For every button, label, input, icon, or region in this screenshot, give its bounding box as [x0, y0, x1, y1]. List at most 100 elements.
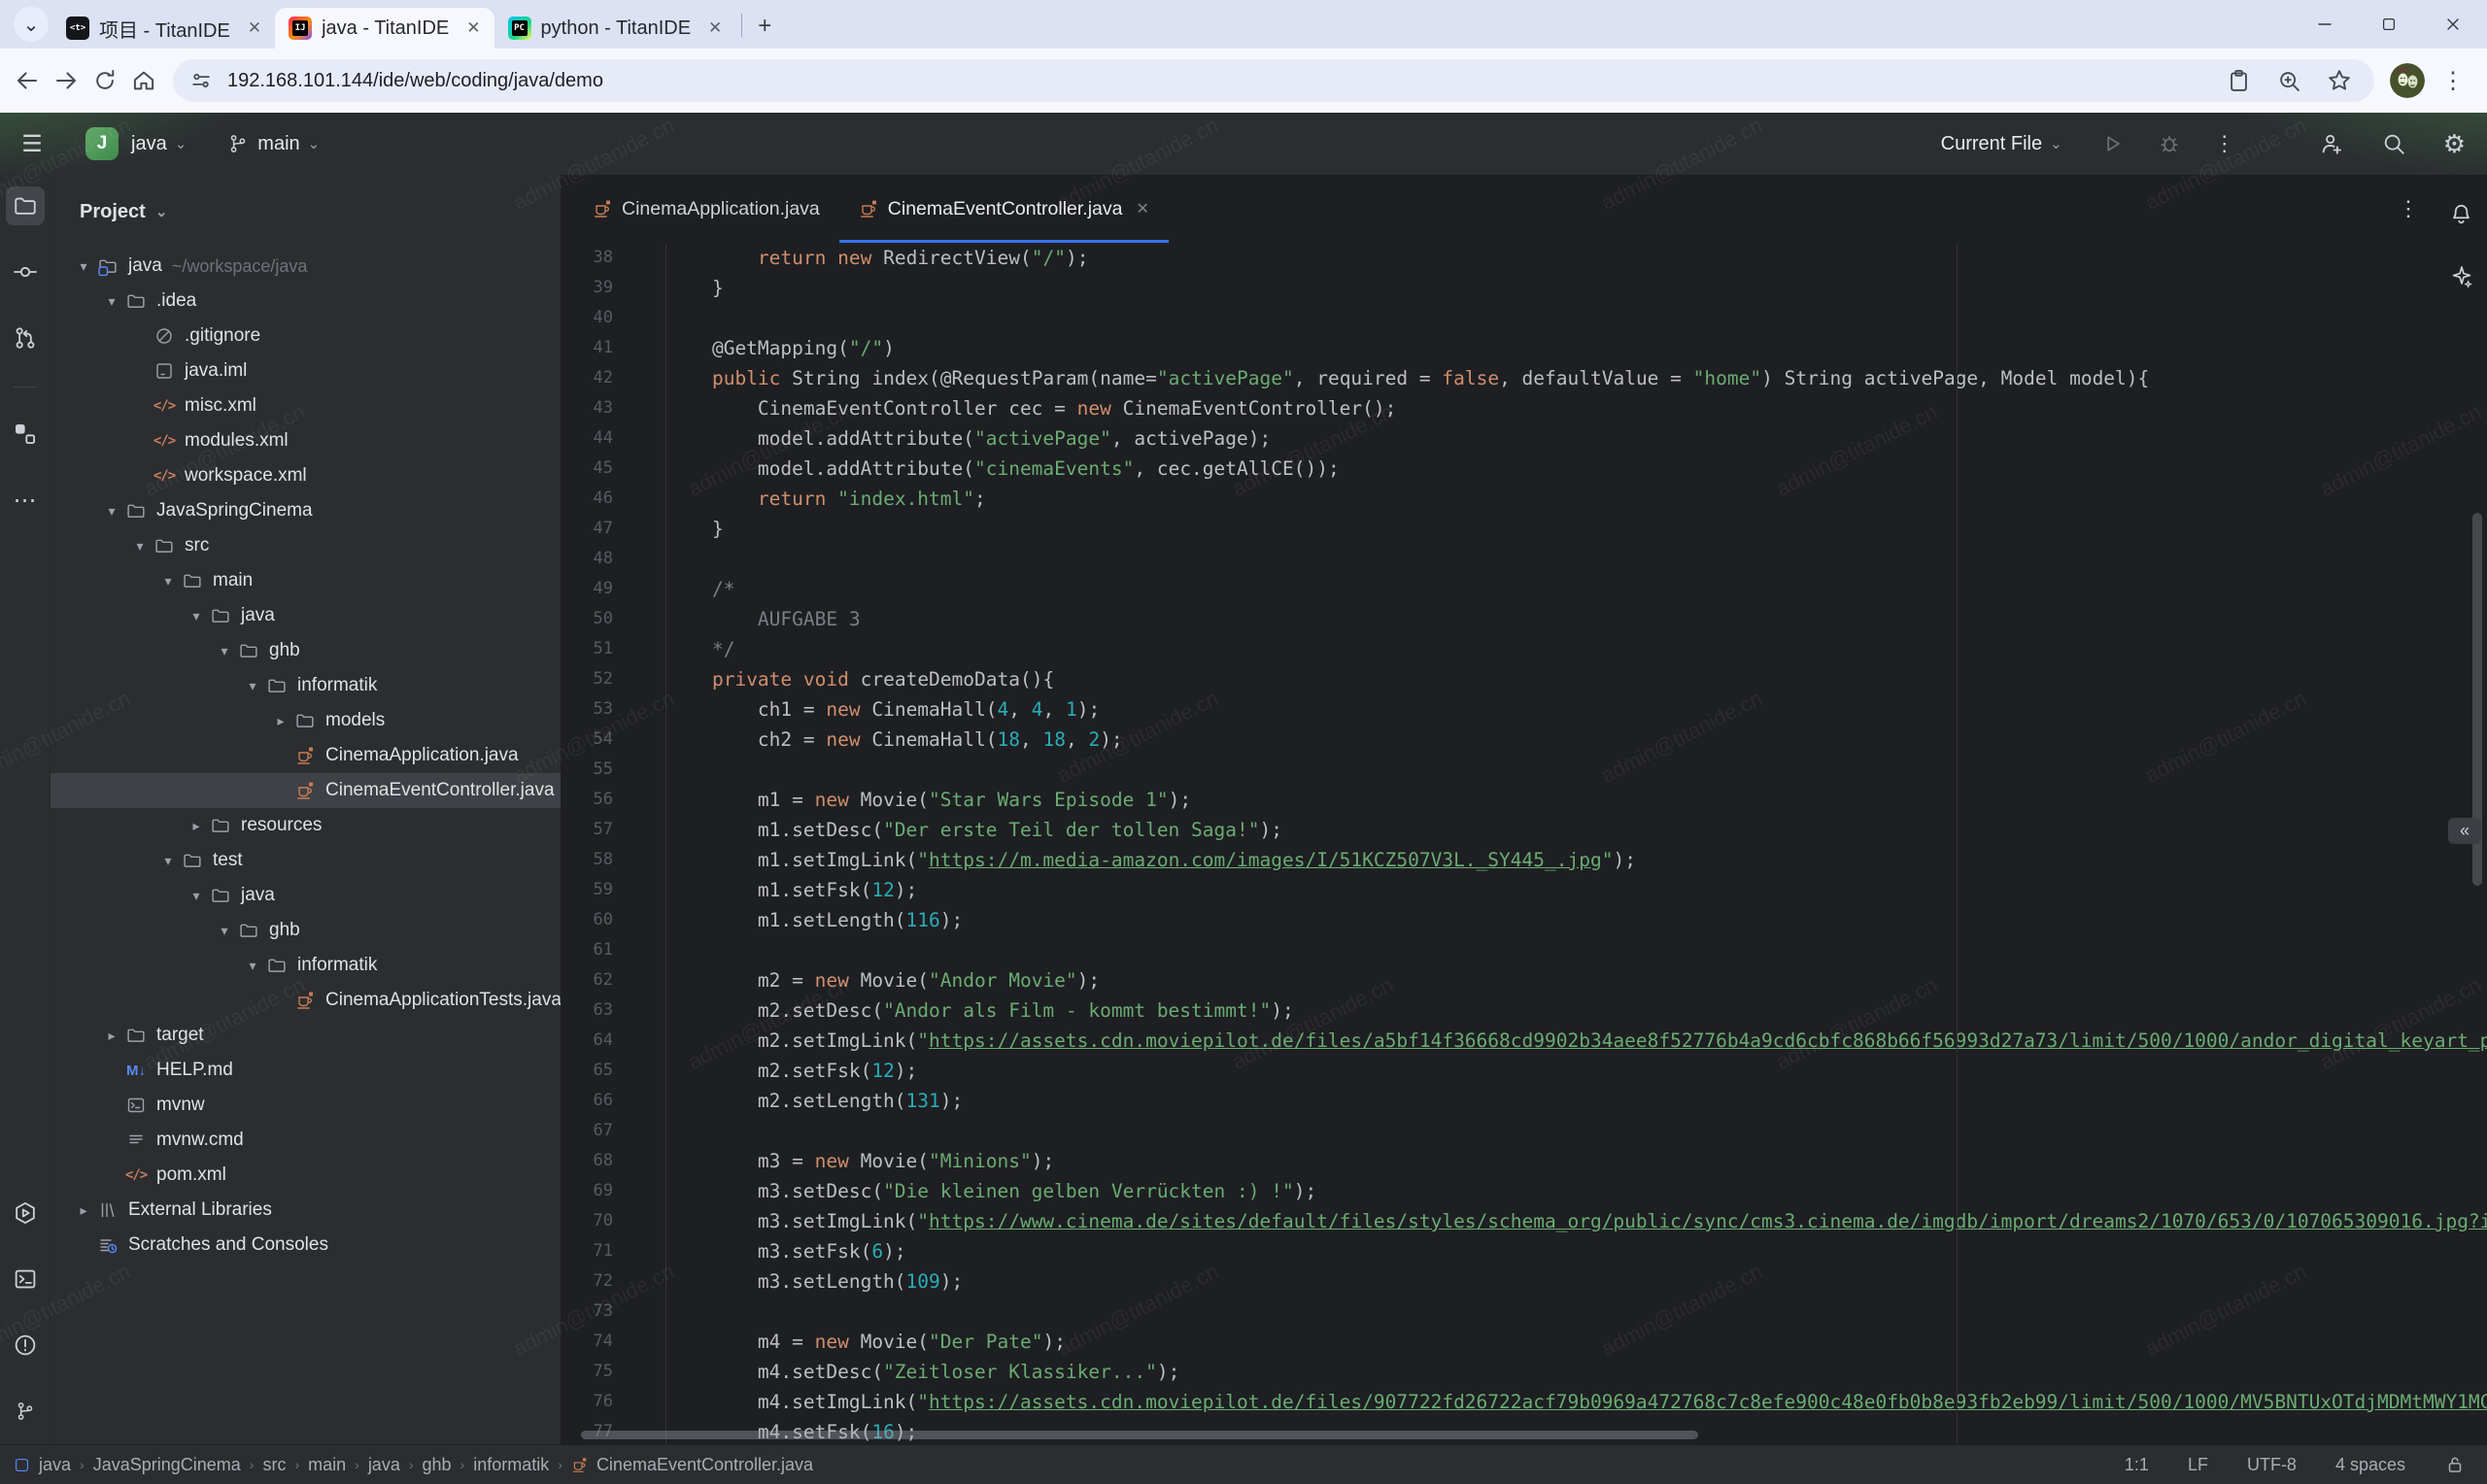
project-chevron-icon[interactable]: ⌄ — [175, 135, 187, 152]
line-number[interactable]: 68 — [562, 1146, 666, 1176]
services-tool-icon[interactable] — [6, 1194, 45, 1232]
project-name[interactable]: java — [131, 133, 167, 155]
horizontal-scrollbar[interactable] — [581, 1431, 1698, 1439]
tree-chevron-icon[interactable]: ▸ — [100, 1028, 123, 1044]
code-line[interactable]: 43 CinemaEventController cec = new Cinem… — [562, 393, 2487, 423]
reload-icon[interactable] — [90, 66, 119, 95]
tree-item-src[interactable]: ▾src — [51, 528, 561, 563]
code-line[interactable]: 71 m3.setFsk(6); — [562, 1236, 2487, 1266]
tree-item-resources[interactable]: ▸resources — [51, 808, 561, 843]
window-minimize-button[interactable] — [2306, 6, 2343, 43]
line-number[interactable]: 56 — [562, 785, 666, 815]
line-number[interactable]: 74 — [562, 1327, 666, 1357]
commit-tool-icon[interactable] — [6, 253, 45, 291]
more-actions-icon[interactable]: ⋮ — [2214, 131, 2235, 156]
breadcrumb-item[interactable]: informatik — [473, 1455, 549, 1475]
breadcrumb-item[interactable]: JavaSpringCinema — [93, 1455, 241, 1475]
tree-chevron-icon[interactable]: ▾ — [100, 503, 123, 520]
editor-tab-close-icon[interactable]: ✕ — [1136, 199, 1148, 219]
tree-item-target[interactable]: ▸target — [51, 1018, 561, 1053]
project-badge[interactable]: J — [85, 127, 119, 160]
tree-item-main[interactable]: ▾main — [51, 563, 561, 598]
tree-item-cinemaapplication-java[interactable]: CinemaApplication.java — [51, 738, 561, 773]
tree-item-misc-xml[interactable]: </>misc.xml — [51, 388, 561, 423]
line-number[interactable]: 58 — [562, 845, 666, 875]
code-line[interactable]: 57 m1.setDesc("Der erste Teil der tollen… — [562, 815, 2487, 845]
breadcrumb-item[interactable]: CinemaEventController.java — [596, 1455, 813, 1475]
line-number[interactable]: 48 — [562, 544, 666, 574]
new-tab-button[interactable]: + — [748, 10, 781, 43]
line-number[interactable]: 44 — [562, 423, 666, 454]
code-line[interactable]: 52 private void createDemoData(){ — [562, 664, 2487, 694]
editor-tab[interactable]: CinemaApplication.java — [573, 175, 839, 243]
code-line[interactable]: 47 } — [562, 514, 2487, 544]
line-number[interactable]: 65 — [562, 1056, 666, 1086]
code-line[interactable]: 48 — [562, 544, 2487, 574]
file-encoding[interactable]: UTF-8 — [2247, 1455, 2297, 1475]
tree-chevron-icon[interactable]: ▾ — [241, 958, 264, 974]
tree-chevron-icon[interactable]: ▸ — [269, 713, 292, 729]
line-number[interactable]: 64 — [562, 1026, 666, 1056]
tree-item-java[interactable]: ▾java~/workspace/java — [51, 249, 561, 284]
tree-item-scratches-and-consoles[interactable]: Scratches and Consoles — [51, 1228, 561, 1263]
tab-close-icon[interactable]: ✕ — [248, 18, 261, 38]
tree-item-pom-xml[interactable]: </>pom.xml — [51, 1158, 561, 1193]
tree-chevron-icon[interactable]: ▾ — [241, 678, 264, 694]
tree-item-modules-xml[interactable]: </>modules.xml — [51, 423, 561, 458]
version-control-tool-icon[interactable] — [6, 1392, 45, 1431]
tree-chevron-icon[interactable]: ▾ — [100, 293, 123, 310]
line-number[interactable]: 51 — [562, 634, 666, 664]
indent-style[interactable]: 4 spaces — [2335, 1455, 2405, 1475]
breadcrumb-item[interactable]: src — [262, 1455, 286, 1475]
tree-item--gitignore[interactable]: .gitignore — [51, 319, 561, 354]
tree-item-javaspringcinema[interactable]: ▾JavaSpringCinema — [51, 493, 561, 528]
line-number[interactable]: 54 — [562, 725, 666, 755]
line-number[interactable]: 40 — [562, 303, 666, 333]
code-line[interactable]: 76 m4.setImgLink("https://assets.cdn.mov… — [562, 1387, 2487, 1417]
tree-item-informatik[interactable]: ▾informatik — [51, 668, 561, 703]
code-line[interactable]: 51 */ — [562, 634, 2487, 664]
tree-item-ghb[interactable]: ▾ghb — [51, 913, 561, 948]
code-line[interactable]: 65 m2.setFsk(12); — [562, 1056, 2487, 1086]
tree-item-cinemaapplicationtests-java[interactable]: CinemaApplicationTests.java — [51, 983, 561, 1018]
breadcrumb-item[interactable]: java — [39, 1455, 71, 1475]
code-line[interactable]: 42 public String index(@RequestParam(nam… — [562, 363, 2487, 393]
line-number[interactable]: 70 — [562, 1206, 666, 1236]
code-line[interactable]: 62 m2 = new Movie("Andor Movie"); — [562, 965, 2487, 995]
tree-chevron-icon[interactable]: ▾ — [128, 538, 152, 555]
code-line[interactable]: 45 model.addAttribute("cinemaEvents", ce… — [562, 454, 2487, 484]
code-viewport[interactable]: 38 return new RedirectView("/");39 }4041… — [562, 243, 2487, 1444]
code-line[interactable]: 69 m3.setDesc("Die kleinen gelben Verrüc… — [562, 1176, 2487, 1206]
code-line[interactable]: 61 — [562, 935, 2487, 965]
code-line[interactable]: 68 m3 = new Movie("Minions"); — [562, 1146, 2487, 1176]
code-line[interactable]: 58 m1.setImgLink("https://m.media-amazon… — [562, 845, 2487, 875]
code-line[interactable]: 40 — [562, 303, 2487, 333]
debug-button[interactable] — [2158, 132, 2181, 155]
editor-tab[interactable]: CinemaEventController.java✕ — [839, 175, 1169, 243]
browser-tab[interactable]: PCpython - TitanIDE✕ — [494, 8, 736, 49]
code-line[interactable]: 49 /* — [562, 574, 2487, 604]
line-number[interactable]: 62 — [562, 965, 666, 995]
line-number[interactable]: 71 — [562, 1236, 666, 1266]
tree-chevron-icon[interactable]: ▾ — [156, 853, 180, 869]
line-number[interactable]: 45 — [562, 454, 666, 484]
tab-close-icon[interactable]: ✕ — [708, 18, 722, 38]
project-tool-icon[interactable] — [6, 186, 45, 225]
tree-item-workspace-xml[interactable]: </>workspace.xml — [51, 458, 561, 493]
tab-close-icon[interactable]: ✕ — [466, 18, 480, 38]
line-number[interactable]: 55 — [562, 755, 666, 785]
branch-chevron-icon[interactable]: ⌄ — [308, 135, 321, 152]
tree-item-java-iml[interactable]: java.iml — [51, 354, 561, 388]
project-panel-chevron-icon[interactable]: ⌄ — [155, 203, 168, 220]
url-text[interactable]: 192.168.101.144/ide/web/coding/java/demo — [227, 70, 603, 92]
caret-position[interactable]: 1:1 — [2125, 1455, 2149, 1475]
browser-tab[interactable]: <t>项目 - TitanIDE✕ — [52, 8, 275, 49]
breadcrumb-item[interactable]: java — [368, 1455, 400, 1475]
line-number[interactable]: 63 — [562, 995, 666, 1026]
forward-icon[interactable] — [51, 66, 81, 95]
tab-search-chevron-icon[interactable]: ⌄ — [14, 7, 49, 42]
line-number[interactable]: 73 — [562, 1297, 666, 1327]
line-number[interactable]: 59 — [562, 875, 666, 905]
line-ending[interactable]: LF — [2188, 1455, 2208, 1475]
tree-chevron-icon[interactable]: ▾ — [213, 643, 236, 659]
